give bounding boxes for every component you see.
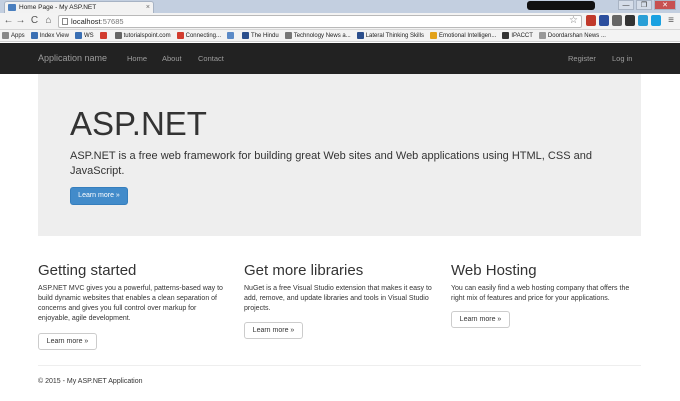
bookmark-label: Apps [11, 32, 25, 39]
bookmark-item[interactable] [227, 32, 236, 39]
tech-news-icon [284, 32, 292, 39]
connecting-icon [176, 32, 184, 39]
the-hindu-icon [242, 32, 249, 39]
red-circle-icon [99, 32, 107, 39]
home-icon[interactable]: ⌂ [43, 15, 54, 27]
browser-tab-strip: Home Page - My ASP.NET × — ❐ ✕ [0, 0, 680, 13]
bookmark-label: IPACCT [511, 32, 533, 39]
bookmarks-bar: Apps Index View WS tutorialspoint.com Connec… [0, 30, 680, 42]
bookmark-item[interactable]: IPACCT [502, 32, 533, 39]
nav-link-login[interactable]: Log in [612, 43, 632, 74]
jumbotron-title: ASP.NET [70, 105, 207, 142]
bookmark-label: WS [83, 32, 94, 39]
bookmark-item[interactable]: Technology News a... [284, 32, 351, 39]
bookmark-label: Emotional Intelligen... [438, 32, 497, 39]
nav-link-register[interactable]: Register [568, 43, 596, 74]
footer-text: © 2015 - My ASP.NET Application [38, 378, 143, 385]
jumbotron: ASP.NET ASP.NET is a free web framework … [38, 74, 641, 236]
tab-close-icon[interactable]: × [146, 2, 150, 13]
doordarshan-icon [538, 32, 546, 39]
bookmark-label: Index View [39, 32, 69, 39]
bookmark-label: Technology News a... [293, 32, 351, 39]
bookmark-item[interactable] [99, 32, 109, 39]
extension-icons [586, 15, 661, 26]
back-arrow-icon[interactable]: ← [3, 15, 14, 27]
skype-icon[interactable] [651, 15, 661, 26]
column-web-hosting: Web Hosting You can easily find a web ho… [451, 262, 641, 304]
puzzle-icon [227, 32, 234, 39]
bookmark-item[interactable]: Apps [2, 32, 25, 39]
extension-gray-icon[interactable] [612, 15, 622, 26]
user-profile-chip[interactable] [527, 1, 595, 10]
bookmark-label: Connecting... [185, 32, 221, 39]
column-get-more-libraries: Get more libraries NuGet is a free Visua… [244, 262, 434, 314]
column-text: NuGet is a free Visual Studio extension … [244, 285, 432, 312]
navbar-brand[interactable]: Application name [38, 43, 107, 74]
bookmark-item[interactable]: Lateral Thinking Skills [356, 32, 424, 39]
bookmark-label: Doordarshan News ... [547, 32, 606, 39]
forward-arrow-icon[interactable]: → [15, 15, 26, 27]
extension-blue-icon[interactable] [599, 15, 609, 26]
nav-link-about[interactable]: About [162, 43, 182, 74]
ws-icon [74, 32, 82, 39]
tutorialspoint-icon [114, 32, 122, 39]
column-title: Getting started [38, 262, 137, 279]
window-controls: — ❐ ✕ [618, 0, 676, 11]
column-text: You can easily find a web hosting compan… [451, 285, 630, 302]
url-host: localhost [71, 17, 101, 26]
minimize-button[interactable]: — [618, 0, 634, 10]
bookmark-item[interactable]: Index View [30, 32, 69, 39]
column-title: Get more libraries [244, 262, 364, 279]
column-title: Web Hosting [451, 262, 537, 279]
bookmark-item[interactable]: Doordarshan News ... [538, 32, 606, 39]
browser-toolbar: ← → C ⌂ localhost:57685 ☆ ≡ [0, 13, 680, 30]
restore-button[interactable]: ❐ [636, 0, 652, 10]
reload-icon[interactable]: C [29, 15, 40, 27]
url-port: :57685 [100, 17, 124, 26]
emotional-intelligence-icon [429, 32, 437, 39]
browser-tab[interactable]: Home Page - My ASP.NET × [4, 1, 154, 13]
column-text: ASP.NET MVC gives you a powerful, patter… [38, 285, 223, 322]
jumbotron-learn-more-button[interactable]: Learn more » [70, 187, 128, 205]
extension-dark-icon[interactable] [625, 15, 635, 26]
bookmark-label: Lateral Thinking Skills [365, 32, 424, 39]
footer-divider [38, 365, 641, 366]
bookmark-label: The Hindu [251, 32, 279, 39]
index-view-icon [30, 32, 38, 39]
bookmark-item[interactable]: Emotional Intelligen... [429, 32, 497, 39]
bookmark-item[interactable]: Connecting... [176, 32, 221, 39]
lateral-thinking-icon [356, 32, 364, 39]
tab-title: Home Page - My ASP.NET [19, 4, 97, 11]
bookmark-item[interactable]: The Hindu [242, 32, 279, 39]
apps-grid-icon [2, 32, 9, 39]
page-favicon-icon [8, 4, 16, 11]
column-getting-started: Getting started ASP.NET MVC gives you a … [38, 262, 228, 324]
nav-link-contact[interactable]: Contact [198, 43, 224, 74]
bookmark-item[interactable]: tutorialspoint.com [114, 32, 171, 39]
libraries-learn-more-button[interactable]: Learn more » [244, 322, 303, 339]
bookmark-item[interactable]: WS [74, 32, 94, 39]
browser-menu-icon[interactable]: ≡ [668, 15, 674, 27]
nav-link-home[interactable]: Home [127, 43, 147, 74]
address-bar[interactable]: localhost:57685 [58, 15, 582, 28]
bookmark-star-icon[interactable]: ☆ [569, 15, 578, 26]
ipacct-icon [502, 32, 510, 39]
hosting-learn-more-button[interactable]: Learn more » [451, 311, 510, 328]
close-window-button[interactable]: ✕ [654, 0, 676, 10]
extension-red-icon[interactable] [586, 15, 596, 26]
jumbotron-lead: ASP.NET is a free web framework for buil… [70, 150, 592, 177]
extension-cyan-icon[interactable] [638, 15, 648, 26]
bookmark-label: tutorialspoint.com [123, 32, 171, 39]
page-icon [62, 18, 68, 25]
site-navbar: Application name Home About Contact Regi… [0, 43, 680, 74]
getting-started-learn-more-button[interactable]: Learn more » [38, 333, 97, 350]
